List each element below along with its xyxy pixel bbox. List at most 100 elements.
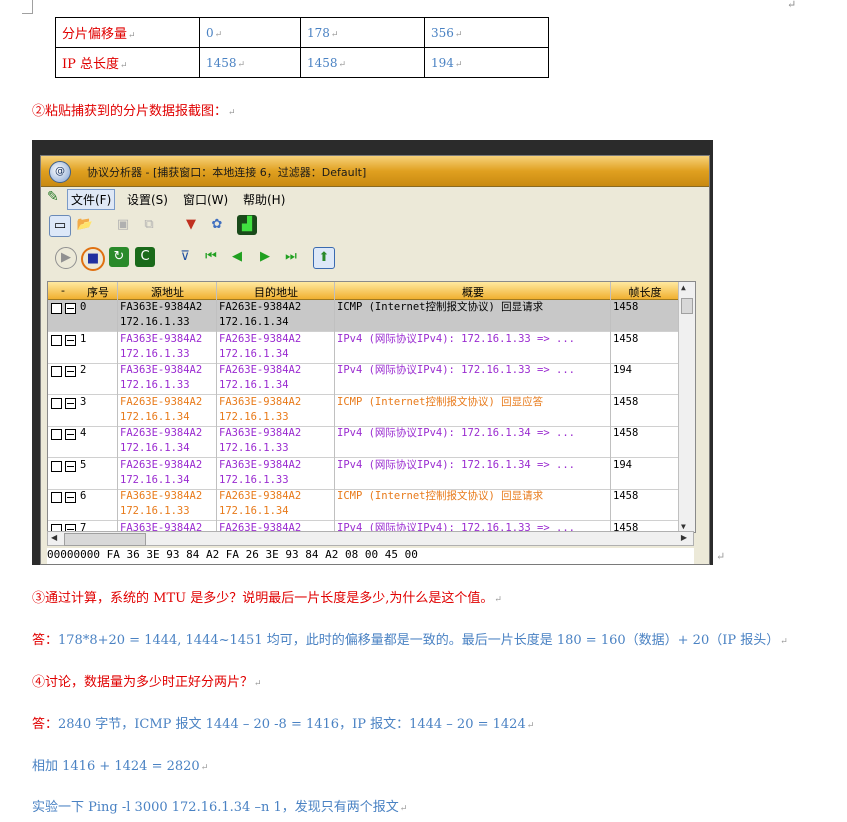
table-cell: 356↵ — [424, 17, 549, 48]
experiment-line: 实验一下 Ping -l 3000 172.16.1.34 –n 1，发现只有两… — [32, 800, 408, 815]
column-header-summary[interactable]: 概要 — [335, 284, 611, 300]
packet-no: 0 — [80, 301, 87, 313]
column-header-length[interactable]: 帧长度 — [611, 284, 679, 300]
collapse-icon[interactable] — [65, 492, 76, 503]
answer-4: 答：2840 字节，ICMP 报文 1444 – 20 -8 = 1416，IP… — [32, 717, 535, 732]
table-row[interactable]: 0 FA363E-9384A2 172.16.1.33 FA263E-9384A2 17… — [48, 300, 695, 332]
menu-settings[interactable]: 设置(S) — [127, 191, 168, 208]
capture-screenshot: @ 协议分析器 - [捕获窗口：本地连接 6，过滤器：Default] ✎ 文件… — [32, 140, 713, 565]
collapse-icon[interactable] — [65, 334, 76, 346]
question-4: ④讨论，数据量为多少时正好分两片？↵ — [32, 675, 262, 690]
menubar: ✎ 文件(F) 设置(S) 窗口(W) 帮助(H) — [41, 187, 709, 210]
row-checkbox[interactable] — [51, 366, 62, 377]
row-checkbox[interactable] — [51, 303, 62, 314]
table-row[interactable]: 4 FA263E-9384A2 172.16.1.34 FA363E-9384A2 17… — [48, 426, 695, 458]
scroll-thumb-h[interactable] — [64, 533, 146, 546]
packet-source: FA263E-9384A2 172.16.1.34 — [120, 458, 203, 486]
table-row[interactable]: 2 FA363E-9384A2 172.16.1.33 FA263E-9384A2 17… — [48, 363, 695, 395]
vertical-scrollbar[interactable]: ▲ ▼ — [678, 282, 695, 532]
column-header-src[interactable]: 源地址 — [118, 284, 217, 300]
packet-length: 194 — [613, 364, 632, 376]
table-row[interactable]: 5 FA263E-9384A2 172.16.1.34 FA363E-9384A2 17… — [48, 458, 695, 490]
app-menu-icon[interactable]: ✎ — [47, 189, 63, 205]
packet-summary: ICMP (Internet控制报文协议) 回显请求 — [337, 490, 544, 502]
packet-source: FA363E-9384A2 172.16.1.33 — [120, 364, 203, 391]
menu-help[interactable]: 帮助(H) — [243, 191, 285, 208]
save-icon[interactable]: ▣ — [113, 215, 133, 235]
table-cell: 1458↵ — [300, 47, 425, 78]
column-header-select[interactable]: - — [48, 284, 78, 297]
column-header-dst[interactable]: 目的地址 — [217, 284, 335, 300]
column-divider — [216, 282, 217, 532]
row-checkbox[interactable] — [51, 460, 62, 472]
packet-summary: IPv4 (网际协议IPv4): 172.16.1.34 => ... — [337, 458, 575, 471]
packet-length: 1458 — [613, 332, 639, 345]
fragment-table: 分片偏移量↵ 0↵ 178↵ 356↵ IP 总长度↵ 1458↵ 1458↵ … — [55, 17, 549, 78]
table-cell-label: IP 总长度↵ — [55, 47, 200, 78]
packet-destination: FA363E-9384A2 172.16.1.33 — [219, 395, 302, 423]
collapse-icon[interactable] — [65, 303, 76, 314]
packet-summary: IPv4 (网际协议IPv4): 172.16.1.33 => ... — [337, 364, 575, 376]
palette-icon[interactable]: ✿ — [207, 215, 227, 235]
packet-summary: ICMP (Internet控制报文协议) 回显请求 — [337, 301, 544, 313]
horizontal-scrollbar[interactable]: ◀ ▶ — [47, 531, 694, 546]
reload-icon[interactable]: C — [135, 247, 155, 267]
filter-icon[interactable]: ▼ — [181, 215, 201, 235]
packet-destination: FA363E-9384A2 172.16.1.33 — [219, 427, 302, 454]
export-icon[interactable]: ⬆ — [313, 247, 335, 269]
collapse-icon[interactable] — [65, 397, 76, 409]
scroll-up-icon[interactable]: ▲ — [681, 283, 686, 292]
hex-preview: 00000000 FA 36 3E 93 84 A2 FA 26 3E 93 8… — [47, 548, 694, 564]
table-row[interactable]: 6 FA363E-9384A2 172.16.1.33 FA263E-9384A2 17… — [48, 489, 695, 521]
packet-no: 1 — [80, 332, 87, 345]
packet-source: FA263E-9384A2 172.16.1.34 — [120, 395, 203, 423]
next-packet-icon[interactable]: ▶ — [255, 247, 275, 267]
copy-icon[interactable]: ⧉ — [139, 215, 159, 235]
refresh-icon[interactable]: ↻ — [109, 247, 129, 267]
scroll-down-icon[interactable]: ▼ — [681, 522, 686, 531]
new-icon[interactable]: ▭ — [49, 215, 71, 237]
row-checkbox[interactable] — [51, 397, 62, 409]
menu-window[interactable]: 窗口(W) — [183, 191, 228, 208]
packet-destination: FA263E-9384A2 172.16.1.34 — [219, 301, 302, 328]
collapse-icon[interactable] — [65, 460, 76, 472]
first-packet-icon[interactable]: ⏮ — [201, 247, 221, 267]
packet-no: 2 — [80, 364, 87, 376]
packet-no: 5 — [80, 458, 87, 471]
column-divider — [117, 282, 118, 532]
table-cell: 1458↵ — [199, 47, 301, 78]
table-row[interactable]: 3 FA263E-9384A2 172.16.1.34 FA363E-9384A2 17… — [48, 395, 695, 427]
packet-summary: IPv4 (网际协议IPv4): 172.16.1.34 => ... — [337, 427, 575, 439]
scroll-right-icon[interactable]: ▶ — [681, 533, 687, 542]
row-checkbox[interactable] — [51, 492, 62, 503]
packet-source: FA263E-9384A2 172.16.1.34 — [120, 427, 203, 454]
table-cell: 194↵ — [424, 47, 549, 78]
collapse-icon[interactable] — [65, 366, 76, 377]
row-checkbox[interactable] — [51, 429, 62, 440]
answer-3: 答：178*8+20 = 1444, 1444~1451 均可，此时的偏移量都是… — [32, 633, 788, 648]
packet-length: 1458 — [613, 301, 639, 313]
play-icon[interactable]: ▶ — [55, 247, 77, 269]
column-divider — [334, 282, 335, 532]
scroll-left-icon[interactable]: ◀ — [51, 533, 57, 542]
menu-file[interactable]: 文件(F) — [67, 189, 116, 210]
toolbar-2: ▶ ■ ↻ C ⊽ ⏮ ◀ ▶ ⏭ ⬆ — [41, 244, 709, 272]
packet-destination: FA363E-9384A2 172.16.1.33 — [219, 458, 302, 486]
open-folder-icon[interactable]: 📂 — [75, 215, 95, 235]
filter-list-icon[interactable]: ⊽ — [175, 247, 195, 267]
column-header-no[interactable]: 序号 — [78, 284, 118, 300]
collapse-icon[interactable] — [65, 429, 76, 440]
table-row[interactable]: 1 FA363E-9384A2 172.16.1.33 FA263E-9384A2 17… — [48, 332, 695, 364]
page-corner-mark — [22, 0, 33, 14]
question-2: ②粘贴捕获到的分片数据报截图：↵ — [32, 104, 236, 119]
row-checkbox[interactable] — [51, 334, 62, 346]
chart-icon[interactable]: ▟ — [237, 215, 257, 235]
prev-packet-icon[interactable]: ◀ — [227, 247, 247, 267]
last-packet-icon[interactable]: ⏭ — [281, 247, 301, 267]
protocol-analyzer-window: @ 协议分析器 - [捕获窗口：本地连接 6，过滤器：Default] ✎ 文件… — [40, 155, 710, 565]
stop-icon[interactable]: ■ — [81, 247, 105, 271]
packet-no: 6 — [80, 490, 87, 502]
window-title: 协议分析器 - [捕获窗口：本地连接 6，过滤器：Default] — [87, 166, 367, 179]
scroll-thumb[interactable] — [681, 298, 693, 314]
packet-source: FA363E-9384A2 172.16.1.33 — [120, 301, 203, 328]
